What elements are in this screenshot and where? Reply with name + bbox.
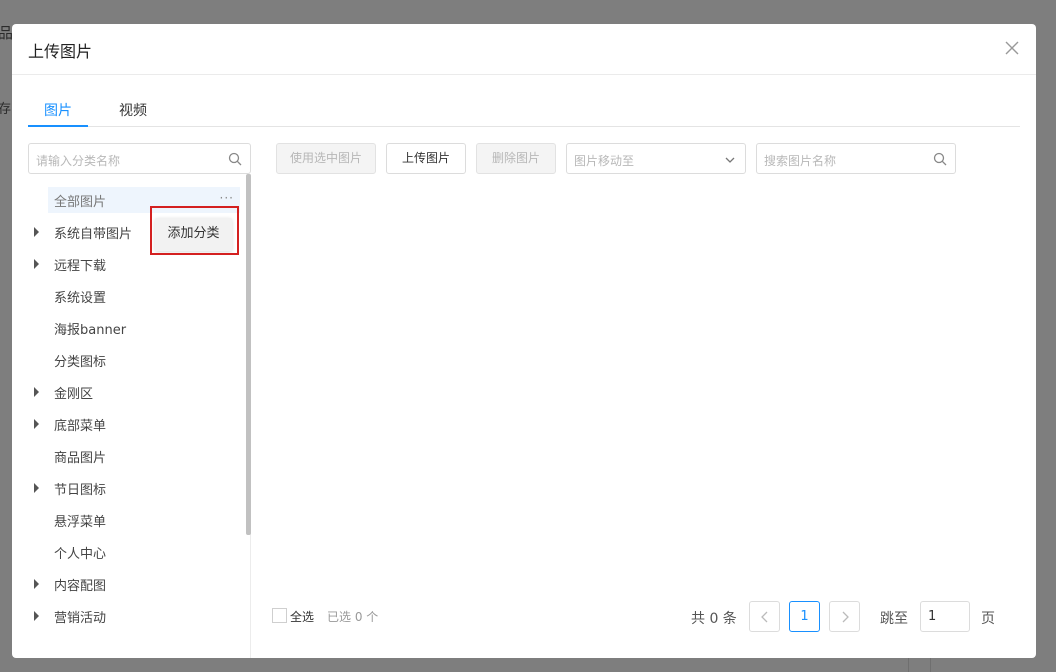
prev-page-button[interactable] xyxy=(749,601,780,632)
tree-item-label: 海报banner xyxy=(54,323,127,338)
tree-item-holiday-icons[interactable]: 节日图标 xyxy=(28,475,240,501)
tree-item-bottom-menu[interactable]: 底部菜单 xyxy=(28,411,240,437)
search-icon[interactable] xyxy=(228,152,242,166)
caret-right-icon[interactable] xyxy=(34,387,39,397)
page-button-current[interactable]: 1 xyxy=(789,601,820,632)
background-divider xyxy=(908,658,909,672)
select-all-checkbox[interactable] xyxy=(272,608,287,623)
tree-item-product-images[interactable]: 商品图片 xyxy=(28,443,240,469)
media-tabs: 图片 视频 xyxy=(28,75,1020,127)
tree-item-label: 分类图标 xyxy=(54,355,107,370)
image-search-placeholder: 搜索图片名称 xyxy=(764,154,837,168)
upload-image-dialog: 上传图片 图片 视频 请输入分类名称 使用选中图片 上传图片 删除图片 图片移动… xyxy=(12,24,1036,658)
selected-count: 已选 0 个 xyxy=(327,610,379,624)
tree-item-label: 节日图标 xyxy=(54,483,107,498)
more-options-icon[interactable]: ··· xyxy=(220,191,234,205)
background-divider xyxy=(930,658,931,672)
tree-item-label: 系统自带图片 xyxy=(54,227,133,242)
tree-item-marketing[interactable]: 营销活动 xyxy=(28,603,240,629)
tree-item-poster-banner[interactable]: 海报banner xyxy=(28,315,240,341)
tree-scrollbar[interactable] xyxy=(246,174,251,535)
chevron-left-icon xyxy=(761,611,768,623)
delete-image-button[interactable]: 删除图片 xyxy=(476,143,556,174)
tree-item-label: 系统设置 xyxy=(54,291,107,306)
caret-right-icon[interactable] xyxy=(34,259,39,269)
tree-item-system-settings[interactable]: 系统设置 xyxy=(28,283,240,309)
next-page-button[interactable] xyxy=(829,601,860,632)
caret-right-icon[interactable] xyxy=(34,579,39,589)
search-icon[interactable] xyxy=(933,152,947,166)
tab-images[interactable]: 图片 xyxy=(44,100,72,120)
tree-item-label: 内容配图 xyxy=(54,579,107,594)
tree-item-personal-center[interactable]: 个人中心 xyxy=(28,539,240,565)
category-search-input[interactable]: 请输入分类名称 xyxy=(28,143,251,174)
caret-right-icon[interactable] xyxy=(34,227,39,237)
caret-right-icon[interactable] xyxy=(34,419,39,429)
tree-item-label: 远程下载 xyxy=(54,259,107,274)
tree-item-floating-menu[interactable]: 悬浮菜单 xyxy=(28,507,240,533)
highlight-box xyxy=(150,206,239,255)
move-to-placeholder: 图片移动至 xyxy=(574,154,635,168)
active-tab-indicator xyxy=(28,125,88,127)
select-all-label[interactable]: 全选 xyxy=(290,608,314,625)
tree-item-label: 个人中心 xyxy=(54,547,107,562)
use-selected-images-button[interactable]: 使用选中图片 xyxy=(276,143,376,174)
tree-item-king-kong-area[interactable]: 金刚区 xyxy=(28,379,240,405)
tree-item-content-images[interactable]: 内容配图 xyxy=(28,571,240,597)
chevron-right-icon xyxy=(842,611,849,623)
tree-item-label: 营销活动 xyxy=(54,611,107,626)
tree-item-label: 悬浮菜单 xyxy=(54,515,107,530)
tree-item-label: 全部图片 xyxy=(54,195,107,210)
category-search-placeholder: 请输入分类名称 xyxy=(36,154,121,168)
tree-item-label: 底部菜单 xyxy=(54,419,107,434)
dialog-title: 上传图片 xyxy=(28,42,93,61)
background-text-fragment: 存 xyxy=(0,102,12,117)
total-count: 共 0 条 xyxy=(691,611,737,627)
dialog-header: 上传图片 xyxy=(12,24,1036,75)
page-unit-label: 页 xyxy=(981,611,995,627)
caret-right-icon[interactable] xyxy=(34,483,39,493)
close-icon[interactable] xyxy=(1004,40,1020,56)
tree-item-category-icons[interactable]: 分类图标 xyxy=(28,347,240,373)
jump-page-input[interactable]: 1 xyxy=(920,601,970,632)
caret-right-icon[interactable] xyxy=(34,611,39,621)
upload-image-button[interactable]: 上传图片 xyxy=(386,143,466,174)
image-search-input[interactable]: 搜索图片名称 xyxy=(756,143,956,174)
jump-to-label: 跳至 xyxy=(880,611,908,627)
chevron-down-icon xyxy=(725,157,735,163)
tree-item-label: 金刚区 xyxy=(54,387,94,402)
tab-videos[interactable]: 视频 xyxy=(119,100,147,120)
tree-item-label: 商品图片 xyxy=(54,451,107,466)
move-to-select[interactable]: 图片移动至 xyxy=(566,143,746,174)
